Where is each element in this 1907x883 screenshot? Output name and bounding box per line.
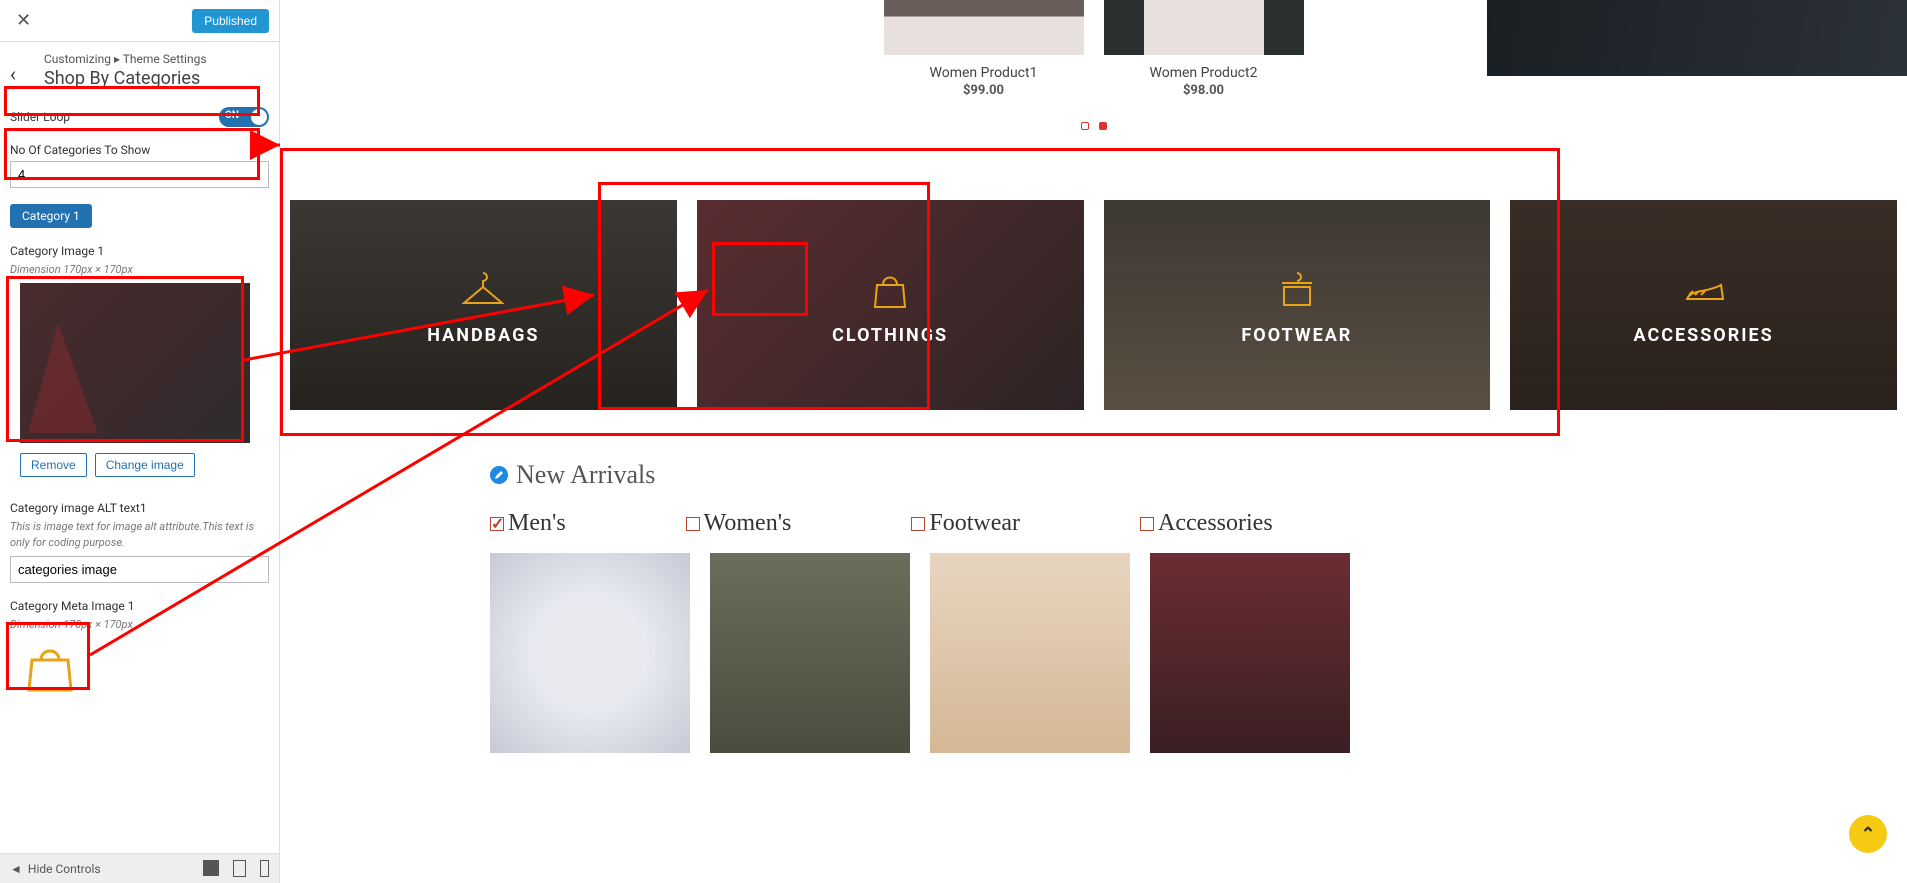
slider-loop-label: Slider Loop [10, 110, 70, 124]
arrivals-grid [490, 553, 1697, 753]
breadcrumb: ‹ Customizing ▸ Theme Settings Shop By C… [0, 42, 279, 91]
hide-controls-button[interactable]: ◄ Hide Controls [10, 862, 101, 876]
publish-button[interactable]: Published [192, 9, 269, 33]
alt-text-block: Category image ALT text1 This is image t… [0, 493, 279, 591]
breadcrumb-prefix: Customizing [44, 52, 111, 66]
customizer-sidebar: ✕ Published ‹ Customizing ▸ Theme Settin… [0, 0, 280, 883]
new-arrivals-section: New Arrivals Men's Women's Footwear [280, 450, 1907, 763]
arrivals-tabs: Men's Women's Footwear Accessories [490, 510, 1697, 537]
dot[interactable] [1099, 122, 1107, 130]
sidebar-footer: ◄ Hide Controls [0, 853, 279, 883]
toggle-knob [251, 109, 267, 125]
device-switcher [203, 860, 269, 877]
meta-image-dim: Dimension 170px × 170px [10, 617, 269, 632]
breadcrumb-sep: ▸ [114, 52, 120, 66]
meta-image-label: Category Meta Image 1 [10, 599, 269, 613]
collapse-icon: ◄ [10, 862, 22, 876]
product-image [884, 0, 1084, 55]
hero-banner-fragment [1487, 0, 1907, 76]
tablet-icon[interactable] [233, 860, 246, 877]
carousel-dots [280, 122, 1907, 130]
checkbox-icon [1140, 517, 1154, 531]
arrivals-title: New Arrivals [516, 460, 655, 490]
arrival-item[interactable] [710, 553, 910, 753]
category-chip[interactable]: Category 1 [10, 204, 92, 228]
close-icon[interactable]: ✕ [10, 8, 37, 33]
section-title: Shop By Categories [44, 68, 265, 89]
shoe-icon [1679, 265, 1729, 315]
sidebar-scroll[interactable]: Slider Loop ON No Of Categories To Show … [0, 91, 279, 853]
product-card[interactable]: Women Product2 $98.00 [1104, 0, 1304, 98]
tab-mens[interactable]: Men's [490, 510, 566, 537]
bag-icon [865, 265, 915, 315]
category-card-clothings[interactable]: CLOTHINGS [697, 200, 1084, 410]
alt-text-label: Category image ALT text1 [10, 501, 269, 515]
checkbox-icon [911, 517, 925, 531]
edit-icon[interactable] [490, 466, 508, 484]
checkbox-icon [490, 517, 504, 531]
change-image-button[interactable]: Change image [95, 453, 195, 477]
product-name: Women Product2 [1104, 65, 1304, 81]
alt-text-input[interactable] [10, 556, 269, 583]
num-categories-row: No Of Categories To Show [0, 135, 279, 196]
checkbox-icon [686, 517, 700, 531]
mobile-icon[interactable] [260, 860, 269, 877]
category-grid: HANDBAGS CLOTHINGS FOOTWEAR [280, 160, 1907, 450]
shirt-icon [1272, 265, 1322, 315]
back-chevron-icon[interactable]: ‹ [10, 62, 16, 86]
category-name: ACCESSORIES [1634, 325, 1774, 346]
breadcrumb-parent: Theme Settings [123, 52, 207, 66]
meta-image-block: Category Meta Image 1 Dimension 170px × … [0, 591, 279, 701]
category-name: CLOTHINGS [832, 325, 948, 346]
bag-icon [20, 639, 80, 693]
category-card-footwear[interactable]: FOOTWEAR [1104, 200, 1491, 410]
chevron-up-icon: ⌃ [1860, 824, 1875, 845]
desktop-icon[interactable] [203, 860, 219, 876]
category-card-accessories[interactable]: ACCESSORIES [1510, 200, 1897, 410]
preview-pane: Women Product1 $99.00 Women Product2 $98… [280, 0, 1907, 883]
scroll-top-button[interactable]: ⌃ [1849, 815, 1887, 853]
category-name: FOOTWEAR [1241, 325, 1352, 346]
category-image-label: Category Image 1 [10, 244, 269, 258]
sidebar-header: ✕ Published [0, 0, 279, 42]
hanger-icon [458, 265, 508, 315]
num-categories-label: No Of Categories To Show [10, 143, 269, 157]
product-card[interactable]: Women Product1 $99.00 [884, 0, 1084, 98]
category-image-preview[interactable] [20, 283, 250, 443]
product-price: $99.00 [884, 83, 1084, 98]
tab-womens[interactable]: Women's [686, 510, 792, 537]
remove-image-button[interactable]: Remove [20, 453, 87, 477]
category-card-handbags[interactable]: HANDBAGS [290, 200, 677, 410]
product-price: $98.00 [1104, 83, 1304, 98]
alt-text-help: This is image text for image alt attribu… [10, 519, 269, 550]
product-image [1104, 0, 1304, 55]
category-image-block: Category Image 1 Dimension 170px × 170px… [0, 236, 279, 493]
product-name: Women Product1 [884, 65, 1084, 81]
dot[interactable] [1081, 122, 1089, 130]
slider-loop-row: Slider Loop ON [0, 99, 279, 135]
num-categories-input[interactable] [10, 161, 269, 188]
arrival-item[interactable] [930, 553, 1130, 753]
arrival-item[interactable] [1150, 553, 1350, 753]
arrival-item[interactable] [490, 553, 690, 753]
tab-accessories[interactable]: Accessories [1140, 510, 1273, 537]
category-name: HANDBAGS [427, 325, 539, 346]
category-image-dim: Dimension 170px × 170px [10, 262, 269, 277]
slider-loop-toggle[interactable]: ON [219, 107, 269, 127]
tab-footwear[interactable]: Footwear [911, 510, 1020, 537]
meta-image-preview[interactable] [20, 639, 80, 694]
